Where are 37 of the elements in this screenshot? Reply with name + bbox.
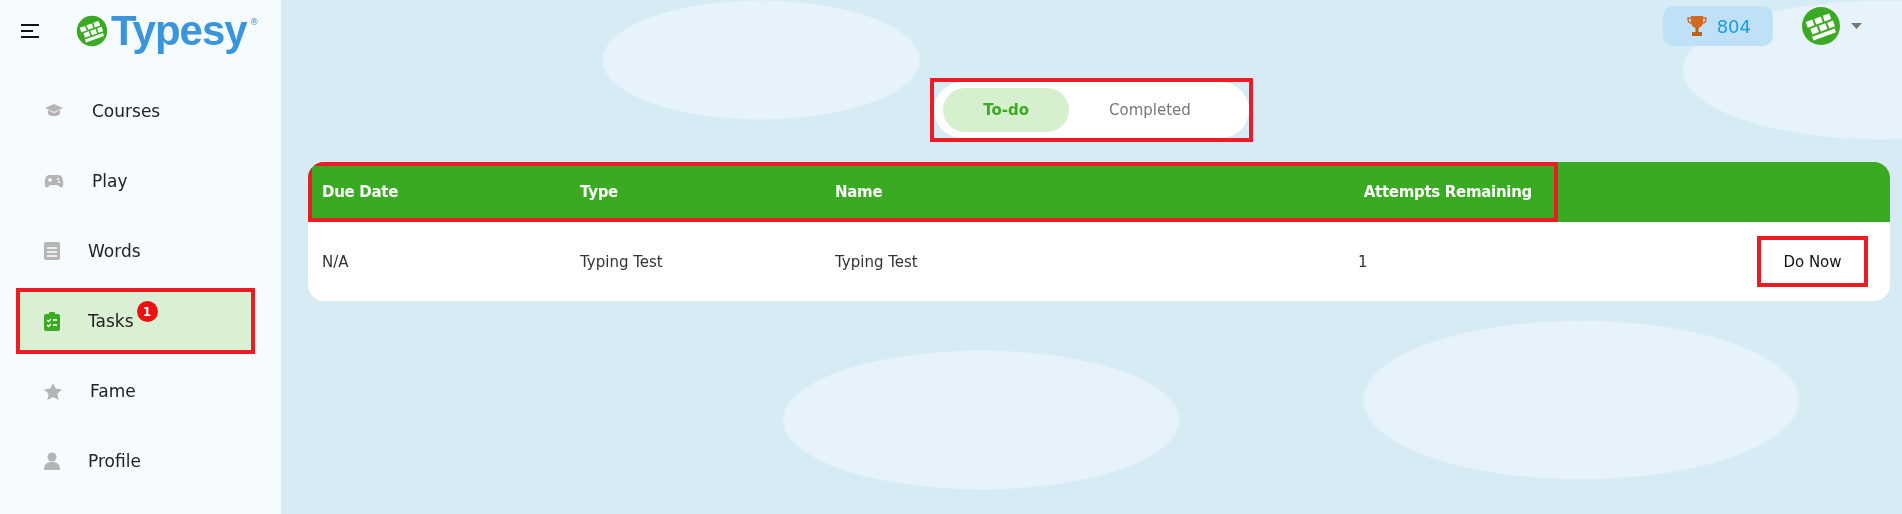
profile-menu[interactable] xyxy=(1801,6,1862,46)
star-icon xyxy=(44,382,62,400)
sidebar-item[interactable]: Fame xyxy=(16,358,255,424)
column-header: Name xyxy=(835,183,884,201)
sidebar-label: Courses xyxy=(92,101,161,121)
score-value: 804 xyxy=(1716,15,1751,37)
registered-mark: ® xyxy=(249,17,259,27)
table-cell-text: Typing Test xyxy=(580,252,664,271)
sidebar-item[interactable]: Courses xyxy=(16,78,255,144)
menu-icon[interactable] xyxy=(20,23,40,39)
clipboard-checklist-icon xyxy=(44,311,60,331)
sidebar-label: Words xyxy=(88,241,141,261)
keyboard-logo-icon xyxy=(76,15,108,47)
tab[interactable]: Completed xyxy=(1069,88,1231,132)
sidebar-label: Play xyxy=(92,171,128,191)
sidebar-item[interactable]: Words xyxy=(16,218,255,284)
sidebar-label: Fame xyxy=(90,381,136,401)
brand-name: Typesy xyxy=(111,7,247,55)
graduation-cap-icon xyxy=(44,103,64,119)
sidebar-item[interactable]: Play xyxy=(16,148,255,214)
table-cell-text: Typing Test xyxy=(835,252,919,271)
sidebar-item[interactable]: Profile xyxy=(16,428,255,494)
avatar-icon xyxy=(1801,6,1841,46)
column-header: Attempts Remaining xyxy=(1363,183,1532,201)
caret-icon xyxy=(1851,23,1862,29)
sidebar-item[interactable]: Tasks 1 xyxy=(16,288,255,354)
trophy-icon xyxy=(1686,15,1707,37)
column-header: Type xyxy=(580,183,619,201)
table-cell-text: N/A xyxy=(322,252,350,271)
person-icon xyxy=(44,452,60,470)
text-document-icon xyxy=(44,242,60,260)
gamepad-icon xyxy=(44,174,64,188)
do-now-button[interactable]: Do Now xyxy=(1757,236,1868,287)
table-cell-text: 1 xyxy=(1358,252,1369,271)
count-badge: 1 xyxy=(136,301,158,322)
sidebar-label: Profile xyxy=(88,451,141,471)
column-header: Due Date xyxy=(322,183,400,201)
